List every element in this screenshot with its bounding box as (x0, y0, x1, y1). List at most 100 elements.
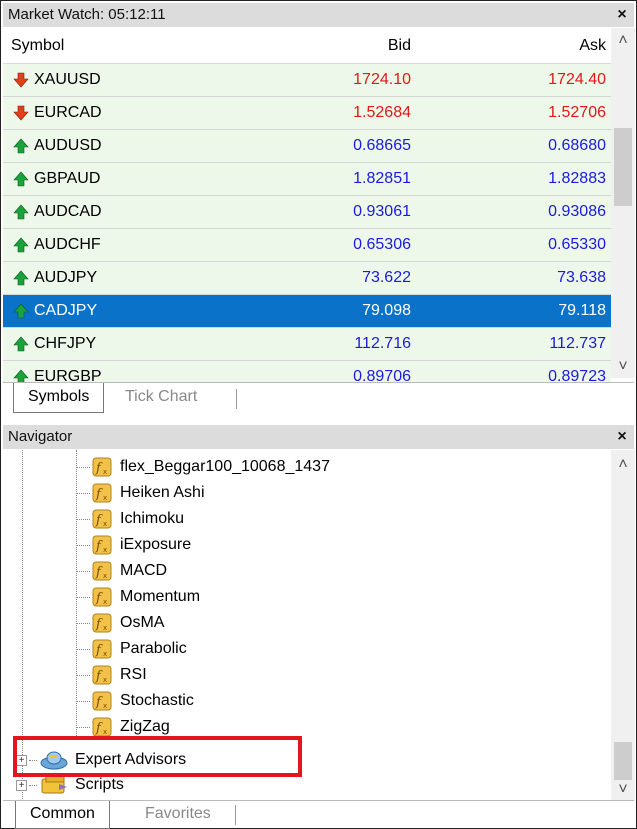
table-row[interactable]: AUDCHF 0.65306 0.65330 (3, 229, 611, 262)
tree-item-label: Heiken Ashi (120, 484, 205, 501)
bid-cell: 1.82851 (353, 170, 411, 187)
tree-item-indicator[interactable]: f x MACD (76, 558, 167, 584)
scroll-down-icon[interactable]: ˅ (611, 356, 635, 378)
symbol-name: EURCAD (34, 104, 102, 121)
tab-symbols[interactable]: Symbols (13, 383, 105, 413)
symbol-cell: AUDJPY (13, 262, 97, 294)
symbol-name: AUDCHF (34, 236, 101, 253)
table-row[interactable]: AUDCAD 0.93061 0.93086 (3, 196, 611, 229)
table-row[interactable]: EURCAD 1.52684 1.52706 (3, 97, 611, 130)
svg-text:x: x (103, 676, 107, 684)
terminal-window: Market Watch: 05:12:11 × Symbol Bid Ask … (0, 0, 637, 829)
tree-item-label: Momentum (120, 588, 201, 605)
tree-item-indicator[interactable]: f x RSI (76, 662, 147, 688)
arrow-down-icon (13, 72, 29, 88)
scroll-thumb[interactable] (614, 742, 632, 780)
ask-cell: 0.65330 (548, 236, 606, 253)
navigator-scrollbar[interactable]: ˄ ˅ (611, 450, 635, 801)
bid-cell: 0.68665 (353, 137, 411, 154)
ask-cell: 112.737 (549, 335, 606, 352)
arrow-down-icon (13, 105, 29, 121)
tab-divider (235, 805, 236, 825)
tree-item-label: RSI (120, 666, 147, 683)
close-icon[interactable]: × (613, 3, 631, 27)
symbol-cell: CHFJPY (13, 328, 96, 360)
tab-tick-chart[interactable]: Tick Chart (111, 383, 211, 413)
scroll-up-icon[interactable]: ˄ (611, 30, 635, 52)
ask-cell: 1724.40 (548, 71, 606, 88)
tree-item-label: Ichimoku (120, 510, 185, 527)
column-ask[interactable]: Ask (486, 28, 606, 64)
navigator-tabs: Common Favorites (3, 800, 634, 829)
tree-item-label: Stochastic (120, 692, 194, 709)
svg-text:x: x (103, 624, 107, 632)
tree-item-label: OsMA (120, 614, 165, 631)
symbol-cell: XAUUSD (13, 64, 101, 96)
arrow-up-icon (13, 270, 29, 286)
symbol-cell: AUDUSD (13, 130, 102, 162)
expand-icon[interactable]: + (16, 779, 27, 791)
svg-text:x: x (103, 468, 107, 476)
table-header: Symbol Bid Ask (3, 28, 611, 64)
tree-item-label: Parabolic (120, 640, 187, 657)
column-symbol[interactable]: Symbol (11, 28, 64, 64)
tree-item-label: flex_Beggar100_10068_1437 (120, 458, 330, 475)
market-watch-header: Market Watch: 05:12:11 × (3, 3, 634, 27)
table-row[interactable]: CADJPY 79.098 79.118 (3, 295, 611, 328)
tree-item-label: ZigZag (120, 718, 170, 735)
symbol-name: CHFJPY (34, 335, 97, 352)
tree-item-indicator[interactable]: f x OsMA (76, 610, 164, 636)
symbol-cell: AUDCAD (13, 196, 102, 228)
tab-favorites[interactable]: Favorites (131, 801, 225, 829)
tree-item-indicator[interactable]: f x Heiken Ashi (76, 480, 205, 506)
svg-text:x: x (103, 702, 107, 710)
indicator-fx-icon: fx (92, 483, 112, 503)
tree-item-label: MACD (120, 562, 168, 579)
indicator-fx-icon: fx (92, 691, 112, 711)
arrow-up-icon (13, 138, 29, 154)
market-watch-title: Market Watch: 05:12:11 (8, 6, 166, 23)
tree-item-indicator[interactable]: f x flex_Beggar100_10068_1437 (76, 454, 330, 480)
tree-item-indicator[interactable]: f x Stochastic (76, 688, 194, 714)
tab-divider (236, 389, 237, 409)
table-row[interactable]: CHFJPY 112.716 112.737 (3, 328, 611, 361)
bid-cell: 0.93061 (353, 203, 411, 220)
tab-common[interactable]: Common (15, 801, 110, 829)
bid-cell: 79.098 (362, 302, 411, 319)
bid-cell: 0.65306 (353, 236, 411, 253)
symbol-cell: GBPAUD (13, 163, 100, 195)
table-row[interactable]: GBPAUD 1.82851 1.82883 (3, 163, 611, 196)
svg-text:x: x (103, 598, 107, 606)
indicator-fx-icon: fx (92, 639, 112, 659)
tree-item-indicator[interactable]: f x iExposure (76, 532, 191, 558)
close-icon[interactable]: × (613, 425, 631, 449)
annotation-highlight-box (13, 736, 302, 777)
tree-item-indicator[interactable]: f x Momentum (76, 584, 200, 610)
indicator-fx-icon: fx (92, 561, 112, 581)
bid-cell: 112.716 (354, 335, 411, 352)
market-watch-tabs: Symbols Tick Chart (3, 382, 634, 414)
market-watch-scrollbar[interactable]: ˄ ˅ (611, 28, 635, 378)
scripts-icon (41, 775, 67, 794)
indicator-fx-icon: fx (92, 457, 112, 477)
symbol-name: AUDUSD (34, 137, 102, 154)
tree-item-indicator[interactable]: f x Ichimoku (76, 506, 184, 532)
tree-item-label: Scripts (75, 776, 124, 793)
svg-text:x: x (103, 494, 107, 502)
table-row[interactable]: XAUUSD 1724.10 1724.40 (3, 64, 611, 97)
table-row[interactable]: AUDJPY 73.622 73.638 (3, 262, 611, 295)
column-bid[interactable]: Bid (291, 28, 411, 64)
market-watch-table: Symbol Bid Ask XAUUSD 1724.10 1724.40 EURCA… (3, 28, 611, 409)
ask-cell: 0.93086 (548, 203, 606, 220)
ask-cell: 1.52706 (548, 104, 606, 121)
scroll-up-icon[interactable]: ˄ (611, 454, 635, 476)
scroll-down-icon[interactable]: ˅ (611, 779, 635, 801)
bid-cell: 1.52684 (353, 104, 411, 121)
ask-cell: 0.68680 (548, 137, 606, 154)
navigator-header: Navigator × (3, 425, 634, 449)
tree-item-indicator[interactable]: f x Parabolic (76, 636, 187, 662)
svg-text:x: x (103, 572, 107, 580)
arrow-up-icon (13, 303, 29, 319)
table-row[interactable]: AUDUSD 0.68665 0.68680 (3, 130, 611, 163)
scroll-thumb[interactable] (614, 128, 632, 206)
